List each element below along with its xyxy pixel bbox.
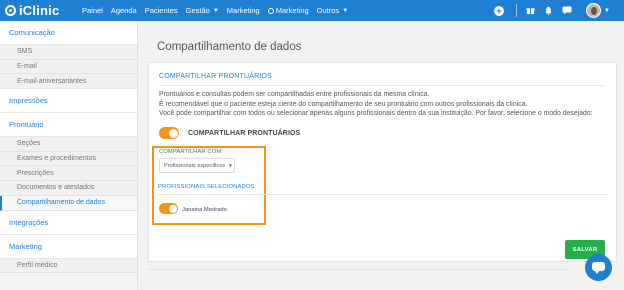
chat-bubble-icon xyxy=(592,262,605,274)
sidebar-item-exames[interactable]: Exames e procedimentos xyxy=(0,151,137,167)
chevron-down-icon[interactable]: ▼ xyxy=(604,8,610,14)
description-line: É recomendável que o paciente esteja cie… xyxy=(159,100,528,108)
nav-gestao[interactable]: Gestão ▼ xyxy=(186,6,219,15)
top-actions: + ▼ xyxy=(485,0,610,21)
iclinic-logo-icon xyxy=(5,5,16,16)
description-line: Você pode compartilhar com todos ou sele… xyxy=(159,110,593,117)
main-nav: Painel Agenda Pacientes Gestão ▼ Marketi… xyxy=(82,6,356,15)
chevron-down-icon: ▼ xyxy=(342,7,349,14)
description-line: Prontuários e consultas podem ser compar… xyxy=(159,91,430,98)
sidebar-item-sms[interactable]: SMS xyxy=(0,45,137,60)
share-records-label: COMPARTILHAR PRONTUÁRIOS xyxy=(188,130,301,137)
sidebar-section-comunicacao[interactable]: Comunicação xyxy=(0,21,137,45)
sidebar-section-impressoes[interactable]: Impressões xyxy=(0,89,137,114)
nav-marketing[interactable]: Marketing xyxy=(227,6,260,15)
sidebar-section-prontuario[interactable]: Prontuário xyxy=(0,113,137,138)
selected-professionals-heading: PROFISSIONAIS SELECIONADOS xyxy=(158,184,255,190)
nav-outros-label: Outros xyxy=(316,6,340,15)
share-with-select[interactable]: Profissionais específicos ▼ xyxy=(159,158,235,173)
sidebar-section-marketing[interactable]: Marketing xyxy=(0,234,137,259)
chevron-down-icon: ▼ xyxy=(212,7,219,14)
gift-icon[interactable] xyxy=(526,6,535,15)
nav-agenda[interactable]: Agenda xyxy=(111,6,137,15)
brand-name: iClinic xyxy=(19,3,60,18)
divider xyxy=(158,194,607,195)
sidebar-item-compartilhamento[interactable]: Compartilhamento de dados xyxy=(0,195,137,211)
nav-gestao-label: Gestão xyxy=(185,6,210,15)
bell-icon[interactable] xyxy=(544,6,553,15)
description: Prontuários e consultas podem ser compar… xyxy=(159,90,609,119)
nav-outros[interactable]: Outros ▼ xyxy=(317,6,348,15)
divider xyxy=(159,85,606,86)
share-with-value: Profissionais específicos xyxy=(164,162,226,169)
nav-marketing-plus[interactable]: Marketing xyxy=(267,6,309,15)
sidebar-item-secoes[interactable]: Seções xyxy=(0,137,137,152)
sidebar-item-email[interactable]: E-mail xyxy=(0,59,137,75)
share-with-label: COMPARTILHAR COM: xyxy=(159,149,223,155)
card-heading: COMPARTILHAR PRONTUÁRIOS xyxy=(159,73,273,80)
chat-support-button[interactable] xyxy=(585,254,612,281)
professional-toggle[interactable] xyxy=(159,203,178,214)
divider xyxy=(516,4,518,17)
add-circle-icon[interactable]: + xyxy=(494,5,505,16)
professional-name: Janaina Medrado xyxy=(182,207,227,213)
brand-logo[interactable]: iClinic xyxy=(5,3,75,18)
sidebar-item-documentos[interactable]: Documentos e atestados xyxy=(0,181,137,196)
sidebar-item-prescricoes[interactable]: Prescrições xyxy=(0,166,137,182)
sidebar-item-email-aniversariantes[interactable]: E-mail aniversariantes xyxy=(0,74,137,90)
nav-pacientes[interactable]: Pacientes xyxy=(145,6,178,15)
top-navbar: iClinic Painel Agenda Pacientes Gestão ▼… xyxy=(0,0,624,21)
caret-down-icon: ▼ xyxy=(228,163,233,168)
page-title: Compartilhamento de dados xyxy=(157,41,302,53)
user-avatar[interactable] xyxy=(586,3,602,18)
sidebar-section-integracoes[interactable]: Integrações xyxy=(0,210,137,235)
marketing-circle-icon xyxy=(267,7,274,14)
sidebar-item-perfil-medico[interactable]: Perfil médico xyxy=(0,258,137,274)
chat-icon[interactable] xyxy=(562,6,572,15)
nav-painel[interactable]: Painel xyxy=(82,6,103,15)
divider xyxy=(148,269,568,270)
nav-marketing-plus-label: Marketing xyxy=(275,6,309,15)
share-records-toggle[interactable] xyxy=(159,127,179,139)
settings-sidebar: Comunicação SMS E-mail E-mail aniversari… xyxy=(0,21,138,290)
